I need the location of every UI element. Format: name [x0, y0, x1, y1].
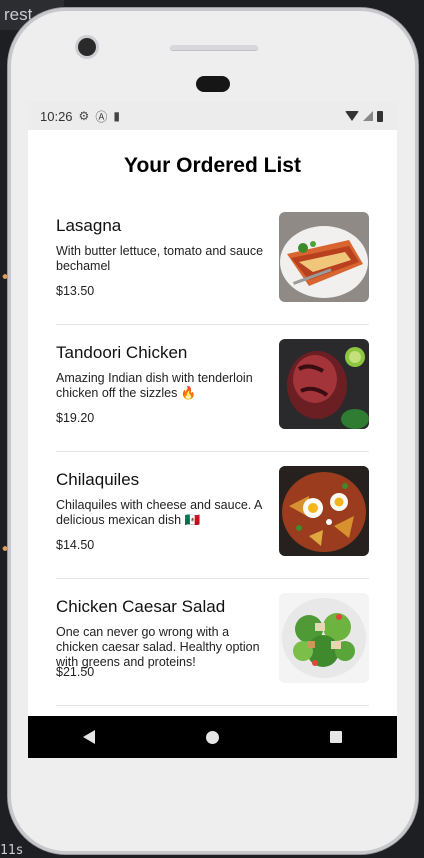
- item-description: One can never go wrong with a chicken ca…: [56, 625, 260, 669]
- android-nav-bar: [28, 716, 397, 758]
- back-icon[interactable]: [83, 730, 96, 744]
- emulator-device-frame: 10:26 ⚙ Ⓐ ▮ Your Ordered List Lasagna Wi…: [8, 8, 418, 854]
- wifi-icon: [345, 111, 359, 121]
- phone-screen: 10:26 ⚙ Ⓐ ▮ Your Ordered List Lasagna Wi…: [28, 102, 397, 758]
- a-icon: Ⓐ: [95, 109, 108, 124]
- item-price: $21.50: [56, 665, 95, 679]
- ordered-list: Lasagna With butter lettuce, tomato and …: [56, 198, 369, 758]
- item-price: $14.50: [56, 538, 95, 552]
- page-title: Your Ordered List: [124, 154, 301, 177]
- battery-icon: [377, 110, 383, 122]
- tandoori-chicken-photo: [279, 339, 369, 429]
- item-name: Lasagna: [56, 216, 122, 235]
- earpiece-speaker: [170, 45, 258, 51]
- home-icon[interactable]: [205, 730, 219, 744]
- list-item[interactable]: Tandoori Chicken Amazing Indian dish wit…: [56, 325, 369, 452]
- item-name: Chicken Caesar Salad: [56, 597, 226, 616]
- item-description: Chilaquiles with cheese and sauce. A del…: [56, 498, 262, 527]
- front-camera: [78, 38, 96, 56]
- list-item[interactable]: Lasagna With butter lettuce, tomato and …: [56, 198, 369, 325]
- lasagna-photo: [279, 212, 369, 302]
- chilaquiles-photo: [279, 466, 369, 556]
- status-bar: 10:26 ⚙ Ⓐ ▮: [28, 102, 397, 130]
- gear-icon: ⚙: [78, 109, 90, 123]
- item-description: With butter lettuce, tomato and sauce be…: [56, 244, 264, 273]
- item-description: Amazing Indian dish with tenderloin chic…: [56, 371, 253, 400]
- signal-icon: [363, 111, 373, 121]
- status-time: 10:26: [40, 108, 73, 124]
- proximity-sensor: [196, 76, 230, 92]
- item-price: $13.50: [56, 284, 95, 298]
- list-item[interactable]: Chicken Caesar Salad One can never go wr…: [56, 579, 369, 706]
- item-price: $19.20: [56, 411, 95, 425]
- list-item[interactable]: Chilaquiles Chilaquiles with cheese and …: [56, 452, 369, 579]
- recents-icon[interactable]: [329, 731, 342, 743]
- item-name: Tandoori Chicken: [56, 343, 188, 362]
- sd-card-icon: ▮: [113, 109, 120, 123]
- item-name: Chilaquiles: [56, 470, 140, 489]
- caesar-salad-photo: [279, 593, 369, 683]
